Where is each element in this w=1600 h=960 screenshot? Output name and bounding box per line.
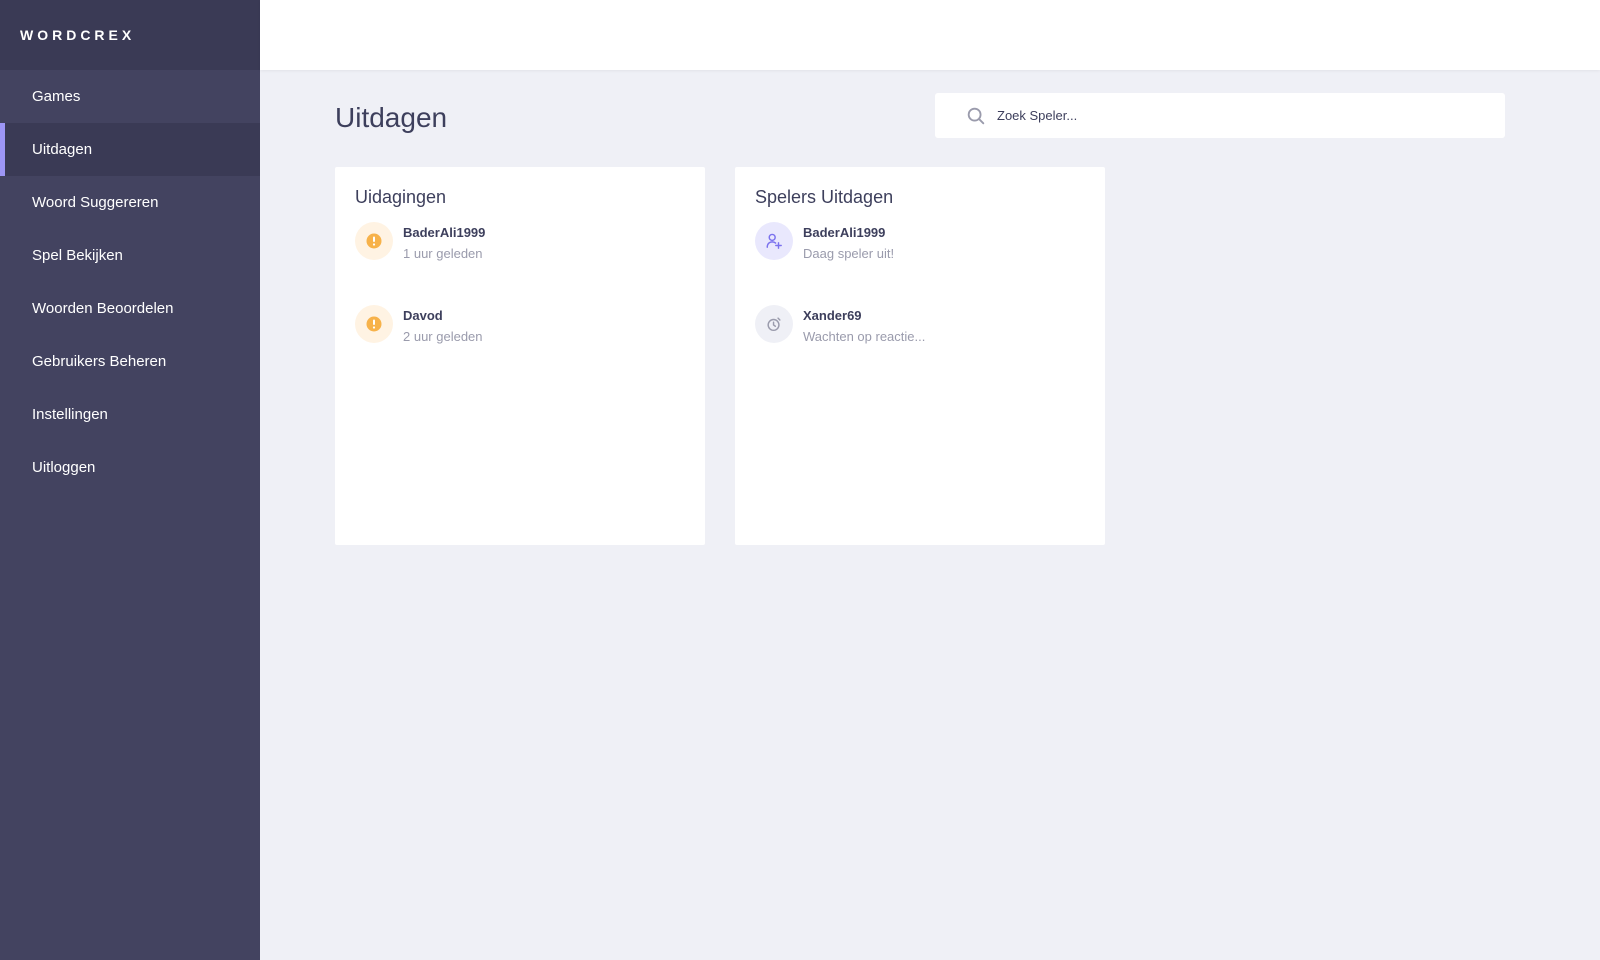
challenge-item[interactable]: BaderAli1999 1 uur geleden	[355, 222, 685, 305]
brand-logo[interactable]: WORDCREX	[0, 0, 260, 70]
challenges-card-title: Uidagingen	[355, 187, 447, 207]
sidebar-item-instellingen[interactable]: Instellingen	[0, 388, 260, 441]
players-card: Spelers Uitdagen BaderAli1999 Daag spele…	[735, 167, 1105, 545]
player-avatar	[755, 222, 793, 260]
sidebar-item-uitloggen[interactable]: Uitloggen	[0, 441, 260, 494]
search-input[interactable]	[997, 108, 1505, 123]
challenge-player-name: Davod	[403, 308, 443, 323]
sidebar-item-woord-suggereren[interactable]: Woord Suggereren	[0, 176, 260, 229]
sidebar-item-spel-bekijken[interactable]: Spel Bekijken	[0, 229, 260, 282]
challenge-avatar	[355, 222, 393, 260]
top-bar	[260, 0, 1600, 70]
player-name: BaderAli1999	[803, 225, 886, 240]
player-item[interactable]: BaderAli1999 Daag speler uit!	[755, 222, 1085, 305]
search-icon	[967, 107, 985, 124]
player-name: Xander69	[803, 308, 862, 323]
page-title: Uitdagen	[335, 102, 448, 133]
player-avatar	[755, 305, 793, 343]
sidebar-item-gebruikers-beheren[interactable]: Gebruikers Beheren	[0, 335, 260, 388]
player-item[interactable]: Xander69 Wachten op reactie...	[755, 305, 1085, 388]
sidebar: WORDCREX Games Uitdagen Woord Suggereren…	[0, 0, 260, 960]
challenge-time: 1 uur geleden	[403, 246, 483, 261]
alert-icon	[366, 316, 382, 332]
challenge-avatar	[355, 305, 393, 343]
challenge-time: 2 uur geleden	[403, 329, 483, 344]
challenge-item[interactable]: Davod 2 uur geleden	[355, 305, 685, 388]
sidebar-item-uitdagen[interactable]: Uitdagen	[0, 123, 260, 176]
challenge-player-name: BaderAli1999	[403, 225, 486, 240]
sidebar-item-woorden-beoordelen[interactable]: Woorden Beoordelen	[0, 282, 260, 335]
search-box[interactable]	[935, 93, 1505, 138]
alert-icon	[366, 233, 382, 249]
sidebar-item-games[interactable]: Games	[0, 70, 260, 123]
players-card-title: Spelers Uitdagen	[755, 187, 894, 207]
challenges-card: Uidagingen BaderAli1999 1 uur geleden Da…	[335, 167, 705, 545]
sidebar-nav: Games Uitdagen Woord Suggereren Spel Bek…	[0, 70, 260, 494]
timer-icon	[767, 317, 781, 332]
player-status: Wachten op reactie...	[803, 329, 926, 344]
add-user-icon	[766, 233, 782, 249]
player-status: Daag speler uit!	[803, 246, 895, 261]
